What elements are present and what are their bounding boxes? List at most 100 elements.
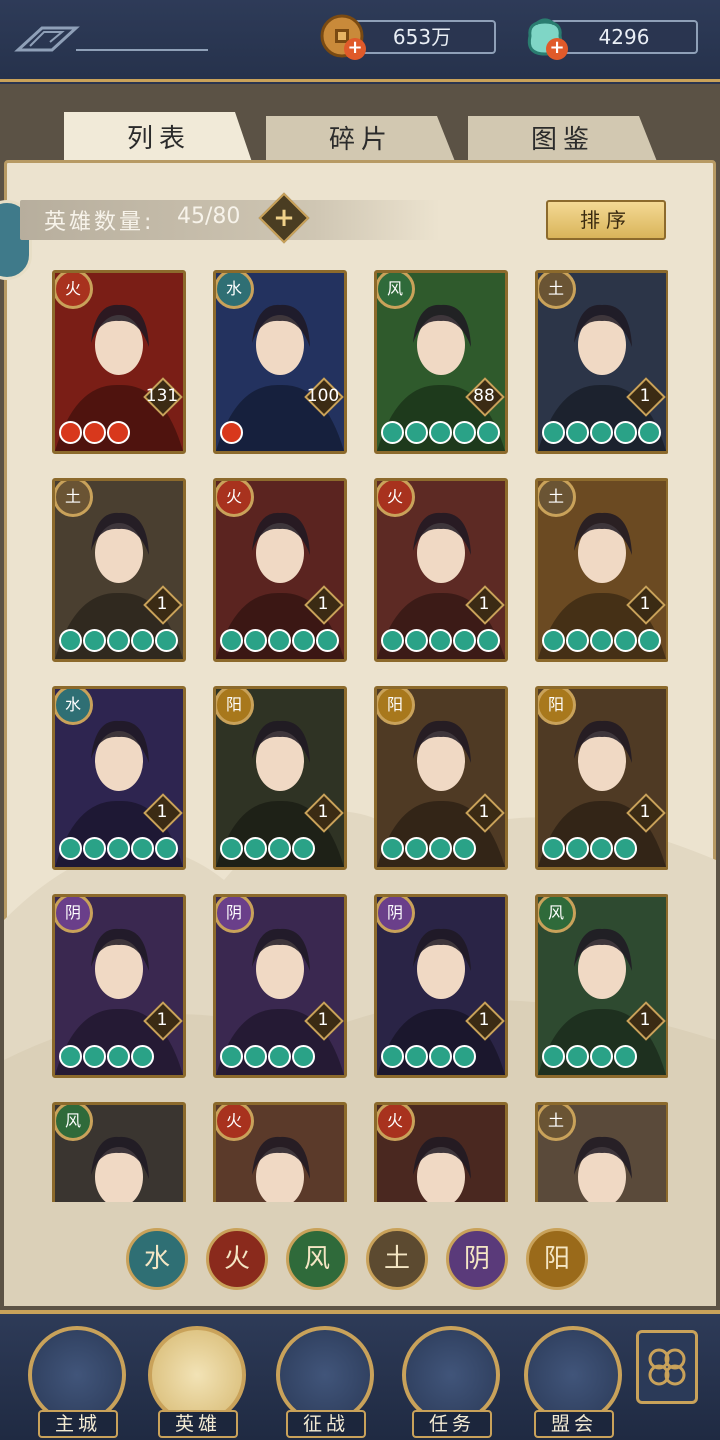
hero-level: 1 — [478, 1010, 490, 1030]
hero-card[interactable]: 阴1 — [52, 894, 186, 1078]
star-icon — [107, 1045, 130, 1068]
star-icon — [542, 837, 565, 860]
star-icon — [292, 837, 315, 860]
element-badge: 风 — [55, 1105, 93, 1141]
star-icon — [59, 837, 82, 860]
nav-campaign[interactable]: 征战 — [276, 1326, 376, 1438]
hero-card[interactable]: 火 — [213, 1102, 347, 1202]
star-row — [59, 837, 178, 861]
coins-counter[interactable]: 653万 + — [318, 14, 498, 60]
star-icon — [453, 837, 476, 860]
hero-card[interactable]: 水1 — [52, 686, 186, 870]
star-row — [542, 629, 661, 653]
star-row — [381, 421, 500, 445]
hero-card[interactable]: 阴1 — [374, 894, 508, 1078]
menu-button[interactable] — [636, 1330, 698, 1404]
hero-level: 1 — [478, 594, 490, 614]
element-filter-button[interactable]: 风 — [286, 1228, 348, 1290]
hero-card[interactable]: 风 — [52, 1102, 186, 1202]
hero-card[interactable]: 阳1 — [535, 686, 668, 870]
star-row — [381, 629, 500, 653]
star-row — [381, 1045, 476, 1069]
nav-label: 征战 — [286, 1410, 366, 1438]
star-icon — [566, 1045, 589, 1068]
hero-card[interactable]: 土 — [535, 1102, 668, 1202]
star-icon — [381, 629, 404, 652]
hero-card[interactable]: 水 100 — [213, 270, 347, 454]
hero-card[interactable]: 阳1 — [374, 686, 508, 870]
add-gems-button[interactable]: + — [546, 38, 568, 60]
hero-level: 100 — [306, 386, 340, 406]
star-icon — [244, 837, 267, 860]
hero-card[interactable]: 土1 — [52, 478, 186, 662]
hero-card[interactable]: 风 88 — [374, 270, 508, 454]
tab-fragments[interactable]: 碎片 — [266, 116, 456, 164]
nav-main-city[interactable]: 主城 — [28, 1326, 128, 1438]
element-badge: 阳 — [216, 689, 254, 725]
element-badge: 水 — [216, 273, 254, 309]
star-icon — [453, 629, 476, 652]
sort-button[interactable]: 排序 — [546, 200, 666, 240]
star-icon — [268, 837, 291, 860]
element-filter-button[interactable]: 水 — [126, 1228, 188, 1290]
star-icon — [59, 629, 82, 652]
element-filter-button[interactable]: 火 — [206, 1228, 268, 1290]
star-icon — [83, 629, 106, 652]
star-icon — [542, 1045, 565, 1068]
hero-level: 1 — [639, 1010, 651, 1030]
nav-tasks[interactable]: 任务 — [402, 1326, 502, 1438]
star-icon — [477, 629, 500, 652]
star-icon — [292, 629, 315, 652]
tab-codex[interactable]: 图鉴 — [468, 116, 658, 164]
hero-card[interactable]: 土1 — [535, 478, 668, 662]
star-icon — [566, 421, 589, 444]
element-filter-bar: 水火风土阴阳 — [126, 1228, 596, 1292]
hero-card[interactable]: 火 131 — [52, 270, 186, 454]
hero-card[interactable]: 阴1 — [213, 894, 347, 1078]
hero-level: 1 — [156, 1010, 168, 1030]
hero-level: 88 — [473, 386, 495, 406]
element-badge: 土 — [538, 481, 576, 517]
back-icon[interactable] — [12, 20, 212, 60]
gems-counter[interactable]: 4296 + — [520, 18, 700, 60]
hero-grid: 火 131 水 100 风 88 土 1 土 1 火 1 火 1 土 1 水 1 阳 1 阳 1 阳 1 阴 1 阴 1 阴 1 风 1 风火火… — [52, 270, 668, 1202]
hero-level: 131 — [145, 386, 179, 406]
star-icon — [566, 837, 589, 860]
element-badge: 火 — [377, 481, 415, 517]
hero-count-value: 45/80 — [177, 204, 241, 229]
star-icon — [83, 837, 106, 860]
hero-card[interactable]: 火 — [374, 1102, 508, 1202]
star-row — [220, 1045, 315, 1069]
star-icon — [59, 421, 82, 444]
nav-label: 英雄 — [158, 1410, 238, 1438]
hero-card[interactable]: 火1 — [374, 478, 508, 662]
nav-alliance[interactable]: 盟会 — [524, 1326, 624, 1438]
star-icon — [107, 629, 130, 652]
star-icon — [405, 421, 428, 444]
element-badge: 风 — [538, 897, 576, 933]
star-icon — [59, 1045, 82, 1068]
star-icon — [590, 629, 613, 652]
hero-card[interactable]: 土1 — [535, 270, 668, 454]
element-filter-button[interactable]: 阳 — [526, 1228, 588, 1290]
add-coins-button[interactable]: + — [344, 38, 366, 60]
star-icon — [614, 837, 637, 860]
star-icon — [590, 1045, 613, 1068]
star-row — [542, 421, 661, 445]
star-icon — [566, 629, 589, 652]
star-icon — [405, 1045, 428, 1068]
gems-value: 4296 — [550, 20, 698, 54]
element-badge: 水 — [55, 689, 93, 725]
hero-card[interactable]: 风1 — [535, 894, 668, 1078]
star-icon — [244, 1045, 267, 1068]
hero-card[interactable]: 阳1 — [213, 686, 347, 870]
element-filter-button[interactable]: 阴 — [446, 1228, 508, 1290]
element-filter-button[interactable]: 土 — [366, 1228, 428, 1290]
hero-card[interactable]: 火1 — [213, 478, 347, 662]
element-badge: 阳 — [538, 689, 576, 725]
nav-heroes[interactable]: 英雄 — [148, 1326, 248, 1438]
star-icon — [429, 421, 452, 444]
star-icon — [220, 1045, 243, 1068]
star-icon — [638, 421, 661, 444]
star-icon — [155, 837, 178, 860]
